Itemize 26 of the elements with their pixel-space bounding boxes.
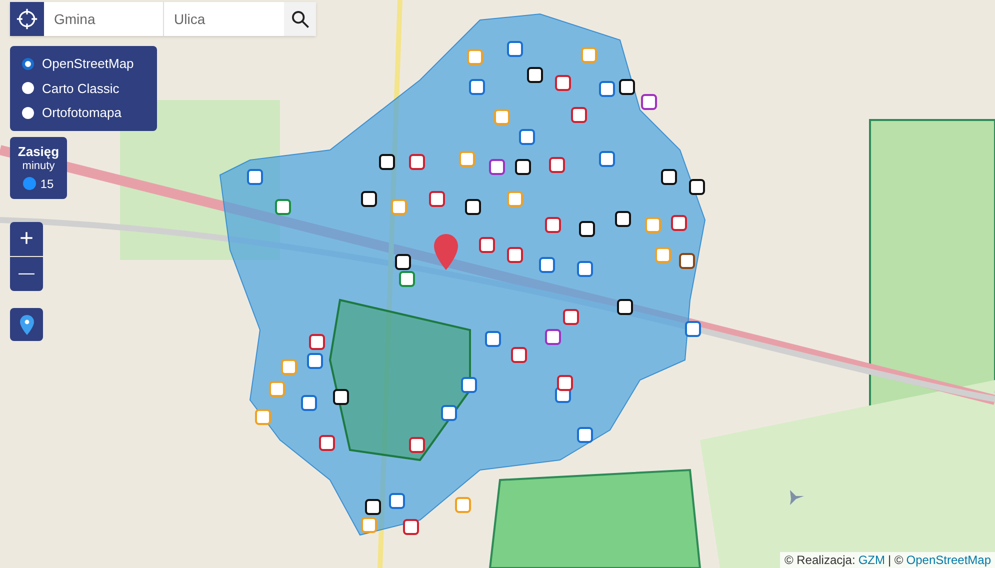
range-value: 15 [40,176,54,192]
attribution-link[interactable]: OpenStreetMap [906,552,991,568]
layer-label: Carto Classic [42,80,120,98]
search-icon [290,9,310,29]
layer-option[interactable]: Carto Classic [22,78,145,98]
layer-label: Ortofotomapa [42,104,122,122]
locate-target-button[interactable] [10,2,44,36]
range-title: Zasięg [18,144,60,158]
municipality-field[interactable]: Gmina [44,2,164,36]
attribution-link[interactable]: GZM [858,552,885,568]
layer-option[interactable]: OpenStreetMap [22,54,145,74]
zoom-out-button[interactable]: — [10,257,43,291]
radio-button[interactable] [22,106,34,119]
my-location-button[interactable] [10,308,43,341]
radio-button[interactable] [22,82,34,94]
layer-option[interactable]: Ortofotomapa [22,103,145,122]
search-button[interactable] [284,2,316,36]
attribution-text: © Realizacja: [784,552,856,568]
street-field[interactable]: Ulica [164,2,284,36]
location-pin-icon [20,314,34,334]
range-unit: minuty [22,159,55,172]
zoom-in-button[interactable]: + [10,222,43,256]
attribution-text: | © [888,552,904,568]
layer-label: OpenStreetMap [42,55,134,73]
crosshair-icon [16,8,38,30]
radio-button[interactable] [22,58,34,70]
